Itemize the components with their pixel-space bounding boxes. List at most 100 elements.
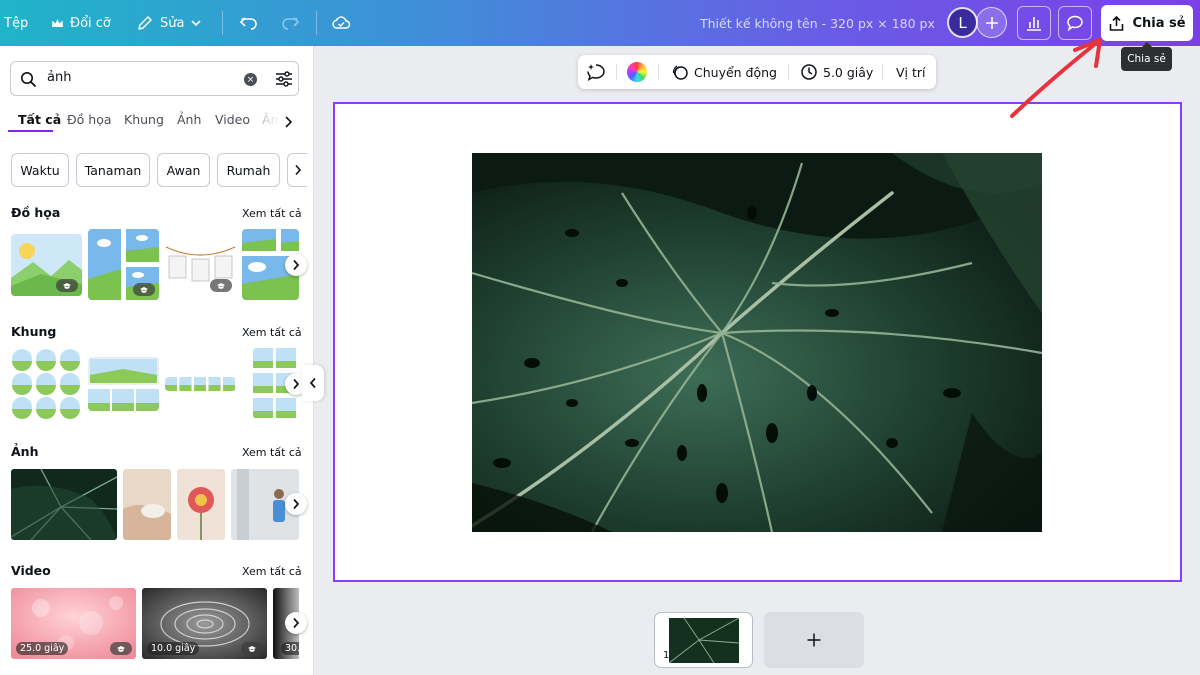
background-color-button[interactable] — [627, 55, 647, 89]
position-button[interactable]: Vị trí — [896, 55, 926, 89]
chevron-left-icon — [309, 377, 316, 389]
edit-menu[interactable]: Sửa — [136, 0, 202, 46]
search-icon — [21, 72, 37, 88]
search-input[interactable]: ảnh — [47, 70, 71, 85]
duration-label: 5.0 giây — [823, 64, 874, 80]
graphic-thumbnail[interactable] — [11, 234, 82, 296]
chip-tanaman[interactable]: Tanaman — [76, 153, 150, 187]
crown-icon — [52, 18, 63, 27]
graphics-next-button[interactable] — [285, 254, 307, 276]
premium-badge-icon — [56, 279, 78, 292]
chevron-right-icon — [293, 617, 300, 629]
chip-label: Rumah — [226, 162, 271, 178]
chevron-right-icon[interactable] — [283, 115, 293, 129]
photo-thumbnail-monstera[interactable] — [11, 469, 117, 540]
avatar-letter: L — [958, 13, 967, 32]
divider — [222, 11, 223, 35]
chevron-right-icon — [294, 164, 301, 176]
chevron-right-icon — [293, 259, 300, 271]
tab-videos[interactable]: Video — [215, 112, 250, 127]
avatar[interactable]: L — [947, 7, 978, 38]
sparkle-chat-icon — [587, 64, 605, 82]
active-tab-indicator — [8, 130, 53, 132]
file-menu-label: Tệp — [4, 15, 29, 31]
photos-next-button[interactable] — [285, 493, 307, 515]
chevron-right-icon — [293, 498, 300, 510]
photo-thumbnail-hands[interactable] — [123, 469, 171, 540]
magic-design-button[interactable] — [586, 55, 606, 89]
premium-badge-icon — [241, 642, 263, 655]
animation-icon — [672, 65, 688, 80]
section-title-graphics: Đồ họa — [11, 205, 61, 220]
see-all-frames-link[interactable]: Xem tất cả — [242, 326, 302, 339]
section-title-photos: Ảnh — [11, 444, 39, 459]
frame-thumbnail[interactable] — [165, 377, 236, 391]
share-label: Chia sẻ — [1132, 15, 1186, 31]
tab-all[interactable]: Tất cả — [18, 112, 61, 127]
share-tooltip: Chia sẻ — [1121, 42, 1172, 71]
redo-icon — [282, 17, 300, 30]
video-thumbnail-bokeh[interactable]: 25.0 giây — [11, 588, 136, 659]
clock-icon — [801, 64, 817, 80]
see-all-photos-link[interactable]: Xem tất cả — [242, 446, 302, 459]
canvas-photo-monstera-leaf[interactable] — [472, 153, 1042, 532]
divider — [658, 64, 659, 80]
section-title-videos: Video — [11, 563, 51, 578]
side-panel: ảnh × Tất cả Đồ họa Khung Ảnh Video Âm W… — [0, 46, 314, 675]
frame-thumbnail[interactable] — [11, 348, 82, 419]
video-thumbnail-water-ripple[interactable]: 10.0 giây — [142, 588, 267, 659]
divider — [616, 64, 617, 80]
photo-thumbnail-flower[interactable] — [177, 469, 225, 540]
duration-button[interactable]: 5.0 giây — [800, 55, 873, 89]
tab-photos[interactable]: Ảnh — [177, 112, 201, 127]
chips-next-button[interactable] — [287, 153, 307, 187]
premium-badge-icon — [133, 283, 155, 296]
plus-icon — [985, 16, 998, 29]
annotation-arrow-icon — [1010, 38, 1102, 118]
redo-button[interactable] — [280, 0, 300, 46]
graphic-thumbnail[interactable] — [165, 241, 236, 296]
chip-label: Tanaman — [84, 162, 142, 178]
chip-rumah[interactable]: Rumah — [217, 153, 280, 187]
tab-frames[interactable]: Khung — [124, 112, 164, 127]
video-duration: 10.0 giây — [147, 642, 200, 655]
save-status-button[interactable] — [331, 0, 351, 46]
undo-icon — [239, 17, 257, 30]
search-box[interactable]: ảnh × — [10, 61, 299, 96]
plus-icon — [807, 633, 821, 647]
collapse-panel-button[interactable] — [302, 365, 324, 401]
document-title[interactable]: Thiết kế không tên - 320 px × 180 px — [700, 0, 935, 46]
videos-next-button[interactable] — [285, 612, 307, 634]
tab-graphics[interactable]: Đồ họa — [67, 112, 112, 127]
chip-label: Waktu — [20, 162, 60, 178]
see-all-graphics-link[interactable]: Xem tất cả — [242, 207, 302, 220]
color-wheel-icon — [627, 62, 647, 82]
video-duration: 30. — [281, 642, 299, 655]
undo-button[interactable] — [239, 0, 259, 46]
animate-button[interactable]: Chuyển động — [671, 55, 777, 89]
chip-awan[interactable]: Awan — [157, 153, 210, 187]
edit-label: Sửa — [160, 15, 185, 31]
filter-icon[interactable] — [274, 70, 294, 88]
chip-waktu[interactable]: Waktu — [11, 153, 69, 187]
cloud-check-icon — [332, 16, 351, 29]
section-title-frames: Khung — [11, 324, 57, 339]
divider — [882, 64, 883, 80]
animate-label: Chuyển động — [694, 64, 777, 80]
premium-badge-icon — [110, 642, 132, 655]
page-number: 1 — [663, 650, 670, 661]
resize-label: Đổi cỡ — [70, 15, 111, 31]
frame-thumbnail[interactable] — [88, 357, 159, 411]
chevron-right-icon — [293, 378, 300, 390]
page-toolbar: Chuyển động 5.0 giây Vị trí — [578, 55, 936, 89]
chip-label: Awan — [166, 162, 201, 178]
file-menu[interactable]: Tệp — [4, 0, 28, 46]
position-label: Vị trí — [896, 64, 926, 80]
clear-search-icon[interactable]: × — [244, 73, 257, 86]
see-all-videos-link[interactable]: Xem tất cả — [242, 565, 302, 578]
graphic-thumbnail[interactable] — [88, 229, 159, 300]
add-page-button[interactable] — [764, 612, 864, 668]
page-thumbnail-image — [669, 618, 739, 663]
pencil-icon — [138, 16, 152, 30]
resize-button[interactable]: Đổi cỡ — [51, 0, 111, 46]
